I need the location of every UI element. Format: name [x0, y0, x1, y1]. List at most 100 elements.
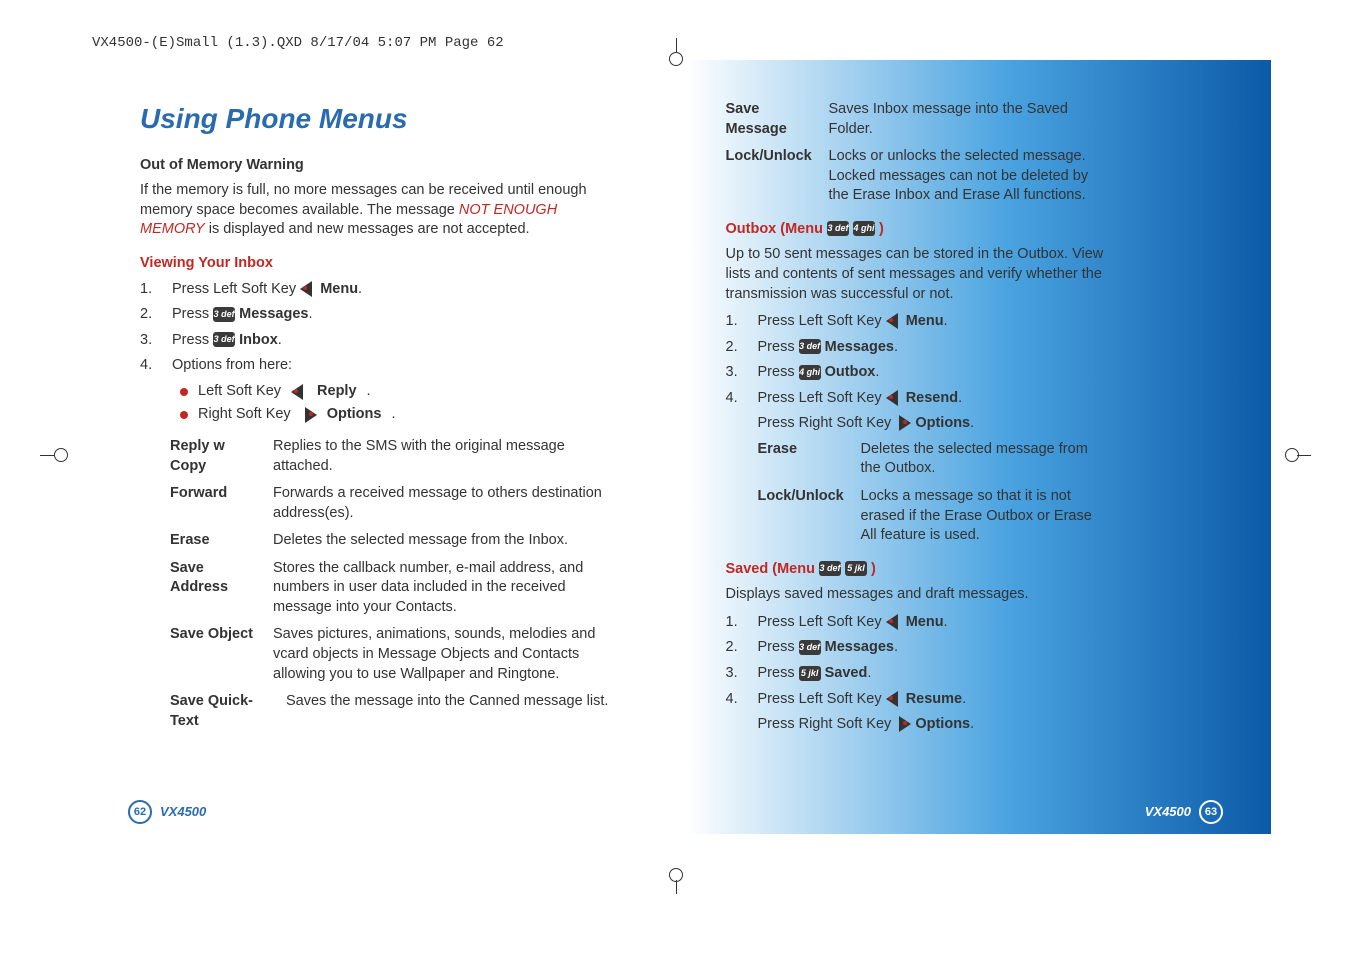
def-desc: Locks or unlocks the selected message. L…: [829, 147, 1105, 206]
step-text: Options from here:: [172, 356, 626, 376]
key-5-icon: 5 jkl: [845, 561, 867, 576]
def-term: Save Object: [170, 625, 265, 684]
step-4: 4. Options from here:: [140, 356, 626, 376]
period: .: [962, 691, 966, 707]
o4b-bold: Options: [915, 415, 970, 431]
oom-paragraph: If the memory is full, no more messages …: [140, 181, 626, 240]
sub-option-reply: Left Soft Key Reply.: [180, 382, 626, 402]
period: .: [970, 716, 974, 732]
page-number-left: 62: [128, 800, 152, 824]
step-number: 2.: [726, 338, 742, 358]
key-3-icon: 3 def: [799, 339, 821, 354]
def-save-object: Save Object Saves pictures, animations, …: [170, 625, 626, 684]
crop-mark-bottom-icon: [661, 864, 691, 894]
right-soft-key-icon: [301, 407, 317, 423]
sub-option-options: Right Soft Key Options.: [180, 405, 626, 425]
o2-bold: Messages: [825, 339, 894, 355]
crop-mark-right-icon: [1281, 440, 1311, 470]
o1-bold: Menu: [906, 313, 944, 329]
step2-pre: Press: [172, 306, 213, 322]
o3-pre: Press: [758, 364, 799, 380]
step-number: 2.: [726, 638, 742, 658]
def-desc: Replies to the SMS with the original mes…: [273, 437, 626, 476]
left-soft-key-icon: [886, 691, 902, 707]
left-soft-key-icon: [291, 384, 307, 400]
def-term: Save Quick-Text: [170, 692, 278, 731]
key-3-icon: 3 def: [213, 307, 235, 322]
step-text: Press 4 ghi Outbox.: [758, 363, 1105, 383]
step-text: Press Right Soft Key Options.: [758, 715, 1105, 735]
left-soft-key-icon: [886, 390, 902, 406]
step2-bold: Messages: [239, 306, 308, 322]
def-save-message: Save Message Saves Inbox message into th…: [726, 100, 1105, 139]
bullet-icon: [180, 388, 188, 396]
step-text: Press Left Soft Key Menu.: [758, 613, 1105, 633]
key-3-icon: 3 def: [213, 332, 235, 347]
o3-bold: Outbox: [825, 364, 876, 380]
o1-pre: Press Left Soft Key: [758, 313, 886, 329]
period: .: [970, 415, 974, 431]
def-lock-unlock-inbox: Lock/Unlock Locks or unlocks the selecte…: [726, 147, 1105, 206]
o2-pre: Press: [758, 339, 799, 355]
footer-left: 62 VX4500: [128, 800, 206, 824]
s1-pre: Press Left Soft Key: [758, 614, 886, 630]
key-4-icon: 4 ghi: [853, 221, 875, 236]
outbox-step-2: 2. Press 3 def Messages.: [726, 338, 1105, 358]
period: .: [367, 382, 371, 402]
s4b-pre: Press Right Soft Key: [758, 716, 896, 732]
step-number: 1.: [726, 613, 742, 633]
period: .: [391, 405, 395, 425]
def-term: Save Message: [726, 100, 821, 139]
saved-step-2: 2. Press 3 def Messages.: [726, 638, 1105, 658]
step-number: 3.: [726, 664, 742, 684]
s2-pre: Press: [758, 639, 799, 655]
period: .: [944, 313, 948, 329]
def-desc: Saves the message into the Canned messag…: [286, 692, 626, 731]
step-number: 1.: [726, 312, 742, 332]
o4b-pre: Press Right Soft Key: [758, 415, 896, 431]
print-header: VX4500-(E)Small (1.3).QXD 8/17/04 5:07 P…: [92, 35, 504, 51]
footer-right: VX4500 63: [1145, 800, 1223, 824]
oom-post: is displayed and new messages are not ac…: [205, 221, 530, 237]
step-text: Press Right Soft Key Options.: [758, 414, 1105, 434]
def-erase: Erase Deletes the selected message from …: [170, 531, 626, 551]
step-text: Press Left Soft Key Resend.: [758, 389, 1105, 409]
key-3-icon: 3 def: [799, 640, 821, 655]
period: .: [278, 332, 282, 348]
outbox-paragraph: Up to 50 sent messages can be stored in …: [726, 245, 1105, 304]
def-desc: Locks a message so that it is not erased…: [861, 487, 1105, 546]
page-title: Using Phone Menus: [140, 100, 626, 138]
step-number: 4.: [140, 356, 156, 376]
bullet-icon: [180, 411, 188, 419]
def-save-address: Save Address Stores the callback number,…: [170, 559, 626, 618]
outbox-step-3: 3. Press 4 ghi Outbox.: [726, 363, 1105, 383]
def-term: Save Address: [170, 559, 265, 618]
step-text: Press 3 def Messages.: [758, 338, 1105, 358]
def-lock-unlock-outbox: Lock/Unlock Locks a message so that it i…: [758, 487, 1105, 546]
saved-pre: Saved (Menu: [726, 561, 819, 577]
page-right: Save Message Saves Inbox message into th…: [686, 60, 1272, 834]
saved-paragraph: Displays saved messages and draft messag…: [726, 585, 1105, 605]
model-label: VX4500: [160, 803, 206, 821]
outbox-pre: Outbox (Menu: [726, 221, 828, 237]
def-erase-outbox: Erase Deletes the selected message from …: [758, 440, 1105, 479]
def-term: Reply w Copy: [170, 437, 265, 476]
def-save-quick-text: Save Quick-Text Saves the message into t…: [170, 692, 626, 731]
step-text: Press 3 def Messages.: [758, 638, 1105, 658]
heading-outbox: Outbox (Menu 3 def 4 ghi ): [726, 220, 1105, 240]
saved-step-3: 3. Press 5 jkl Saved.: [726, 664, 1105, 684]
step-number: 4.: [726, 690, 742, 710]
key-5-icon: 5 jkl: [799, 666, 821, 681]
saved-step-4: 4. Press Left Soft Key Resume.: [726, 690, 1105, 710]
page-spread: Using Phone Menus Out of Memory Warning …: [80, 60, 1271, 834]
def-reply-w-copy: Reply w Copy Replies to the SMS with the…: [170, 437, 626, 476]
period: .: [894, 639, 898, 655]
period: .: [308, 306, 312, 322]
step-number: 3.: [726, 363, 742, 383]
step-number-empty: [726, 715, 742, 735]
outbox-post: ): [875, 221, 884, 237]
crop-mark-left-icon: [40, 440, 70, 470]
step-number: 2.: [140, 305, 156, 325]
step3-bold: Inbox: [239, 332, 278, 348]
def-desc: Deletes the selected message from the Ou…: [861, 440, 1105, 479]
